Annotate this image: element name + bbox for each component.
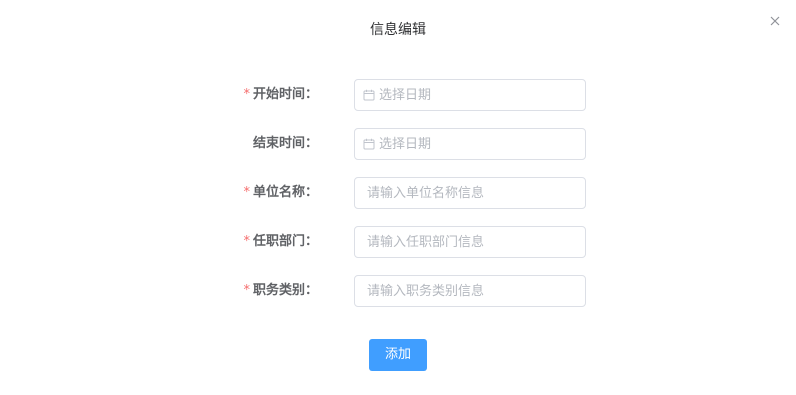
form-row-end-time: 结束时间： <box>0 128 796 160</box>
end-time-input[interactable] <box>355 129 585 159</box>
form-row-org-name: * 单位名称： <box>0 177 796 209</box>
start-time-label-text: 开始时间： <box>252 87 318 102</box>
org-name-field[interactable] <box>354 177 586 209</box>
org-name-label: * 单位名称： <box>190 177 318 209</box>
position-category-label-text: 职务类别： <box>252 283 318 298</box>
department-label-text: 任职部门： <box>252 234 318 249</box>
org-name-input[interactable] <box>355 178 585 208</box>
form-row-position-category: * 职务类别： <box>0 275 796 307</box>
end-time-label: 结束时间： <box>190 128 318 160</box>
start-time-input[interactable] <box>355 80 585 110</box>
required-mark: * <box>243 87 250 102</box>
form-row-start-time: * 开始时间： <box>0 79 796 111</box>
close-icon[interactable] <box>766 12 784 30</box>
department-label: * 任职部门： <box>190 226 318 258</box>
department-input[interactable] <box>355 227 585 257</box>
department-field[interactable] <box>354 226 586 258</box>
add-button[interactable]: 添加 <box>369 339 427 371</box>
required-mark: * <box>243 283 250 298</box>
required-mark: * <box>243 185 250 200</box>
dialog-title: 信息编辑 <box>370 22 426 38</box>
form-row-department: * 任职部门： <box>0 226 796 258</box>
org-name-label-text: 单位名称： <box>252 185 318 200</box>
required-mark: * <box>243 234 250 249</box>
start-time-label: * 开始时间： <box>190 79 318 111</box>
start-time-picker[interactable] <box>354 79 586 111</box>
end-time-label-text: 结束时间： <box>252 136 318 151</box>
position-category-field[interactable] <box>354 275 586 307</box>
edit-dialog: 信息编辑 * 开始时间： 选择日期 结束时间： 选择日期 * 单位名称： 请输入… <box>0 0 796 395</box>
position-category-label: * 职务类别： <box>190 275 318 307</box>
end-time-picker[interactable] <box>354 128 586 160</box>
close-button[interactable] <box>766 12 784 30</box>
position-category-input[interactable] <box>355 276 585 306</box>
